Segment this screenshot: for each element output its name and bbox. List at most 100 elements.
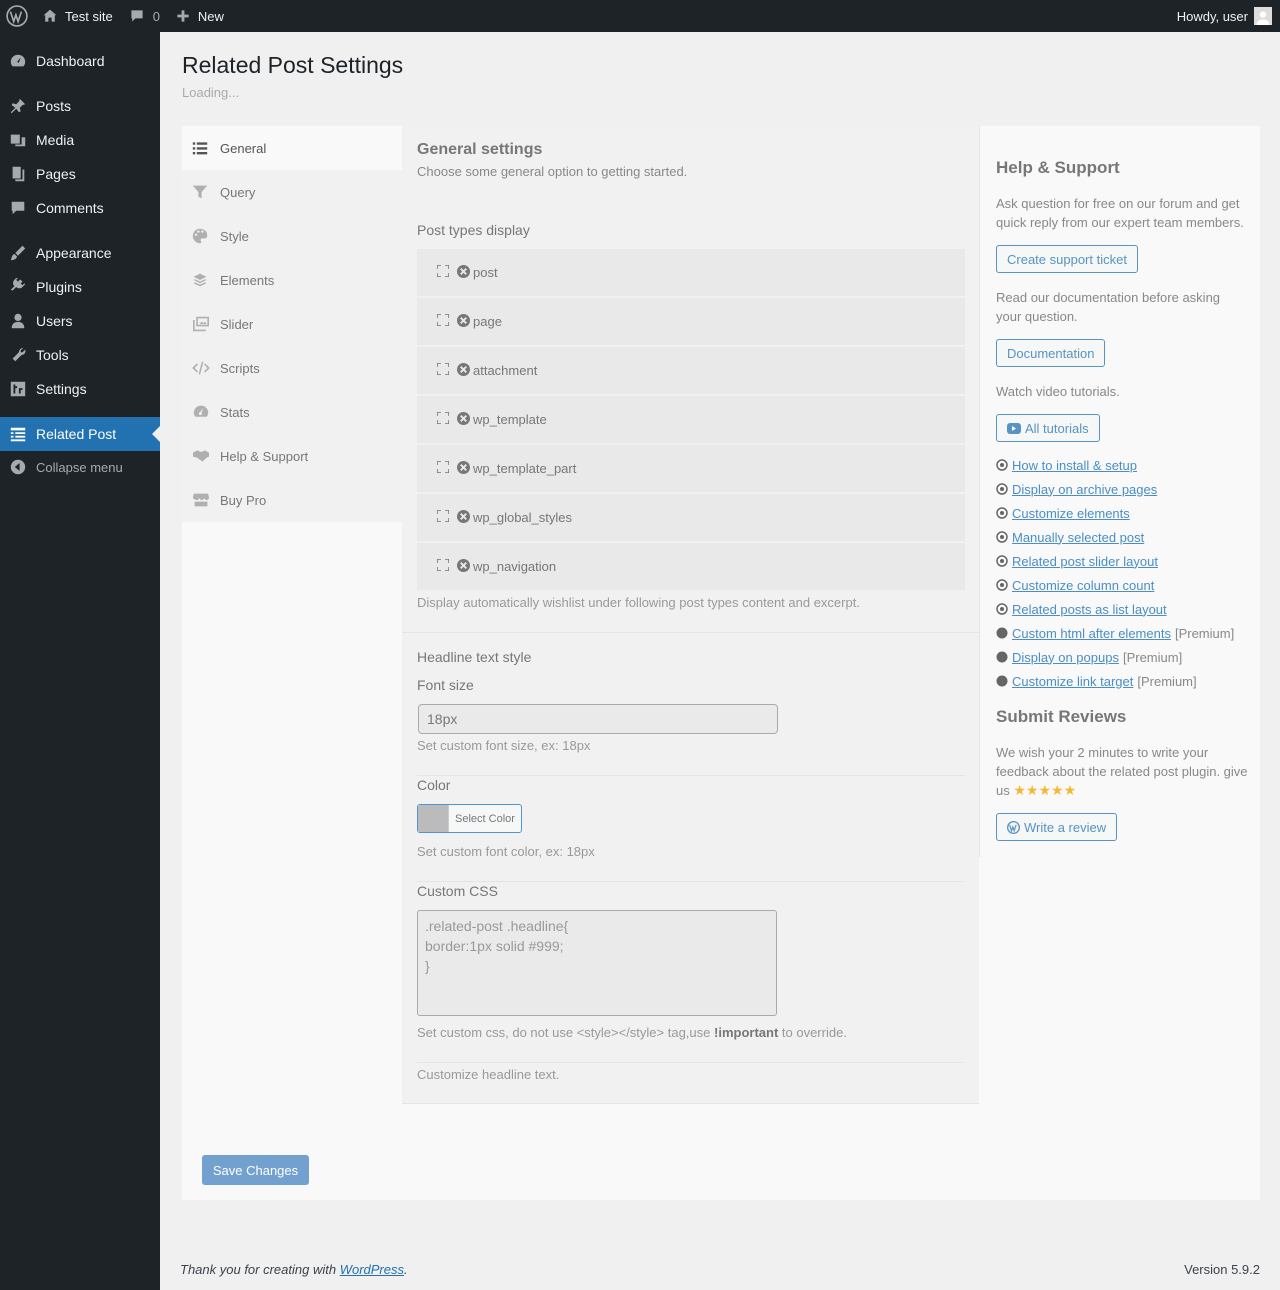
tutorial-link[interactable]: Customize elements bbox=[1012, 506, 1130, 521]
remove-icon[interactable] bbox=[457, 362, 473, 379]
documentation-button[interactable]: Documentation bbox=[996, 339, 1106, 367]
all-tutorials-button[interactable]: All tutorials bbox=[996, 414, 1100, 442]
dashboard-icon bbox=[0, 52, 36, 70]
list-icon bbox=[0, 425, 36, 443]
post-type-item[interactable]: wp_global_styles bbox=[417, 494, 965, 541]
tab-slider[interactable]: Slider bbox=[182, 302, 402, 346]
reviews-text: We wish your 2 minutes to write your fee… bbox=[996, 743, 1248, 800]
premium-tag: [Premium] bbox=[1122, 649, 1183, 665]
menu-posts[interactable]: Posts bbox=[0, 89, 160, 123]
custom-css-textarea[interactable]: .related-post .headline{ border:1px soli… bbox=[417, 910, 777, 1016]
dot-icon bbox=[996, 651, 1008, 663]
images-icon bbox=[192, 316, 220, 332]
move-icon[interactable] bbox=[436, 411, 457, 427]
list-icon bbox=[192, 140, 220, 156]
footer-version: Version 5.9.2 bbox=[1184, 1262, 1260, 1277]
tab-help-support[interactable]: Help & Support bbox=[182, 434, 402, 478]
move-icon[interactable] bbox=[436, 264, 457, 280]
tutorial-link[interactable]: How to install & setup bbox=[1012, 458, 1137, 473]
menu-comments[interactable]: Comments bbox=[0, 191, 160, 225]
tutorial-link[interactable]: Manually selected post bbox=[1012, 530, 1144, 545]
menu-tools[interactable]: Tools bbox=[0, 338, 160, 372]
post-type-name: wp_global_styles bbox=[473, 510, 573, 525]
store-icon bbox=[192, 492, 220, 508]
tutorial-link[interactable]: Related posts as list layout bbox=[1012, 602, 1167, 617]
avatar bbox=[1254, 7, 1272, 25]
remove-icon[interactable] bbox=[457, 313, 473, 330]
tab-query[interactable]: Query bbox=[182, 170, 402, 214]
site-name-link[interactable]: Test site bbox=[34, 0, 121, 32]
all-tutorials-label: All tutorials bbox=[1025, 420, 1089, 436]
menu-plugins[interactable]: Plugins bbox=[0, 270, 160, 304]
tab-style[interactable]: Style bbox=[182, 214, 402, 258]
post-type-item[interactable]: page bbox=[417, 298, 965, 345]
move-icon[interactable] bbox=[436, 362, 457, 378]
post-type-item[interactable]: attachment bbox=[417, 347, 965, 394]
menu-dashboard[interactable]: Dashboard bbox=[0, 44, 160, 78]
menu-label: Related Post bbox=[36, 426, 117, 442]
post-type-item[interactable]: wp_navigation bbox=[417, 543, 965, 590]
tab-scripts[interactable]: Scripts bbox=[182, 346, 402, 390]
menu-settings[interactable]: Settings bbox=[0, 372, 160, 406]
tab-label: Help & Support bbox=[220, 448, 309, 464]
divider bbox=[417, 775, 965, 776]
remove-icon[interactable] bbox=[457, 264, 473, 281]
help-title: Help & Support bbox=[996, 158, 1120, 177]
section-heading: General settings bbox=[417, 141, 543, 158]
wordpress-logo-icon[interactable] bbox=[0, 0, 34, 32]
radio-icon bbox=[996, 603, 1008, 615]
remove-icon[interactable] bbox=[457, 558, 473, 575]
tab-stats[interactable]: Stats bbox=[182, 390, 402, 434]
font-size-input[interactable]: 18px bbox=[418, 704, 778, 734]
new-content-link[interactable]: New bbox=[168, 0, 232, 32]
menu-appearance[interactable]: Appearance bbox=[0, 236, 160, 270]
remove-icon[interactable] bbox=[457, 411, 473, 428]
save-changes-button[interactable]: Save Changes bbox=[202, 1155, 309, 1185]
custom-css-label: Custom CSS bbox=[417, 883, 498, 899]
help-docs-text: Read our documentation before asking you… bbox=[996, 290, 1221, 324]
tutorial-link[interactable]: Display on archive pages bbox=[1012, 482, 1157, 497]
media-icon bbox=[0, 131, 36, 149]
css-desc-text-end: to override. bbox=[778, 1025, 847, 1040]
create-support-ticket-button[interactable]: Create support ticket bbox=[996, 245, 1138, 273]
comments-link[interactable]: 0 bbox=[121, 0, 168, 32]
comment-bubble-icon bbox=[129, 8, 145, 24]
tutorial-link[interactable]: Display on popups bbox=[1012, 650, 1119, 665]
post-type-name: wp_navigation bbox=[473, 559, 557, 574]
custom-css-description: Set custom css, do not use <style></styl… bbox=[417, 1025, 965, 1040]
menu-pages[interactable]: Pages bbox=[0, 157, 160, 191]
radio-icon bbox=[996, 555, 1008, 567]
tab-general[interactable]: General bbox=[182, 126, 402, 170]
my-account-link[interactable]: Howdy, user bbox=[1169, 0, 1276, 32]
pages-icon bbox=[0, 165, 36, 183]
tutorial-link[interactable]: Related post slider layout bbox=[1012, 554, 1158, 569]
wrench-icon bbox=[0, 346, 36, 364]
general-settings-panel: General settings Choose some general opt… bbox=[402, 126, 979, 1104]
tab-elements[interactable]: Elements bbox=[182, 258, 402, 302]
tutorial-item: Customize elements bbox=[996, 501, 1134, 525]
menu-media[interactable]: Media bbox=[0, 123, 160, 157]
tab-label: Style bbox=[220, 228, 249, 244]
tab-buy-pro[interactable]: Buy Pro bbox=[182, 478, 402, 522]
menu-users[interactable]: Users bbox=[0, 304, 160, 338]
collapse-menu-button[interactable]: Collapse menu bbox=[0, 451, 160, 483]
tutorial-link[interactable]: Customize link target bbox=[1012, 674, 1133, 689]
post-type-item[interactable]: post bbox=[417, 249, 965, 296]
tutorial-link[interactable]: Customize column count bbox=[1012, 578, 1154, 593]
tutorial-link[interactable]: Custom html after elements bbox=[1012, 626, 1171, 641]
wordpress-link[interactable]: WordPress bbox=[340, 1262, 404, 1277]
move-icon[interactable] bbox=[436, 558, 457, 574]
menu-label: Collapse menu bbox=[36, 459, 123, 475]
select-color-button[interactable]: Select Color bbox=[417, 804, 522, 833]
dot-icon bbox=[996, 675, 1008, 687]
menu-related-post[interactable]: Related Post bbox=[0, 417, 160, 451]
post-type-item[interactable]: wp_template_part bbox=[417, 445, 965, 492]
tutorial-item: How to install & setup bbox=[996, 453, 1141, 477]
post-type-item[interactable]: wp_template bbox=[417, 396, 965, 443]
remove-icon[interactable] bbox=[457, 460, 473, 477]
write-review-button[interactable]: Write a review bbox=[996, 813, 1118, 841]
move-icon[interactable] bbox=[436, 509, 457, 525]
move-icon[interactable] bbox=[436, 313, 457, 329]
move-icon[interactable] bbox=[436, 460, 457, 476]
remove-icon[interactable] bbox=[457, 509, 473, 526]
